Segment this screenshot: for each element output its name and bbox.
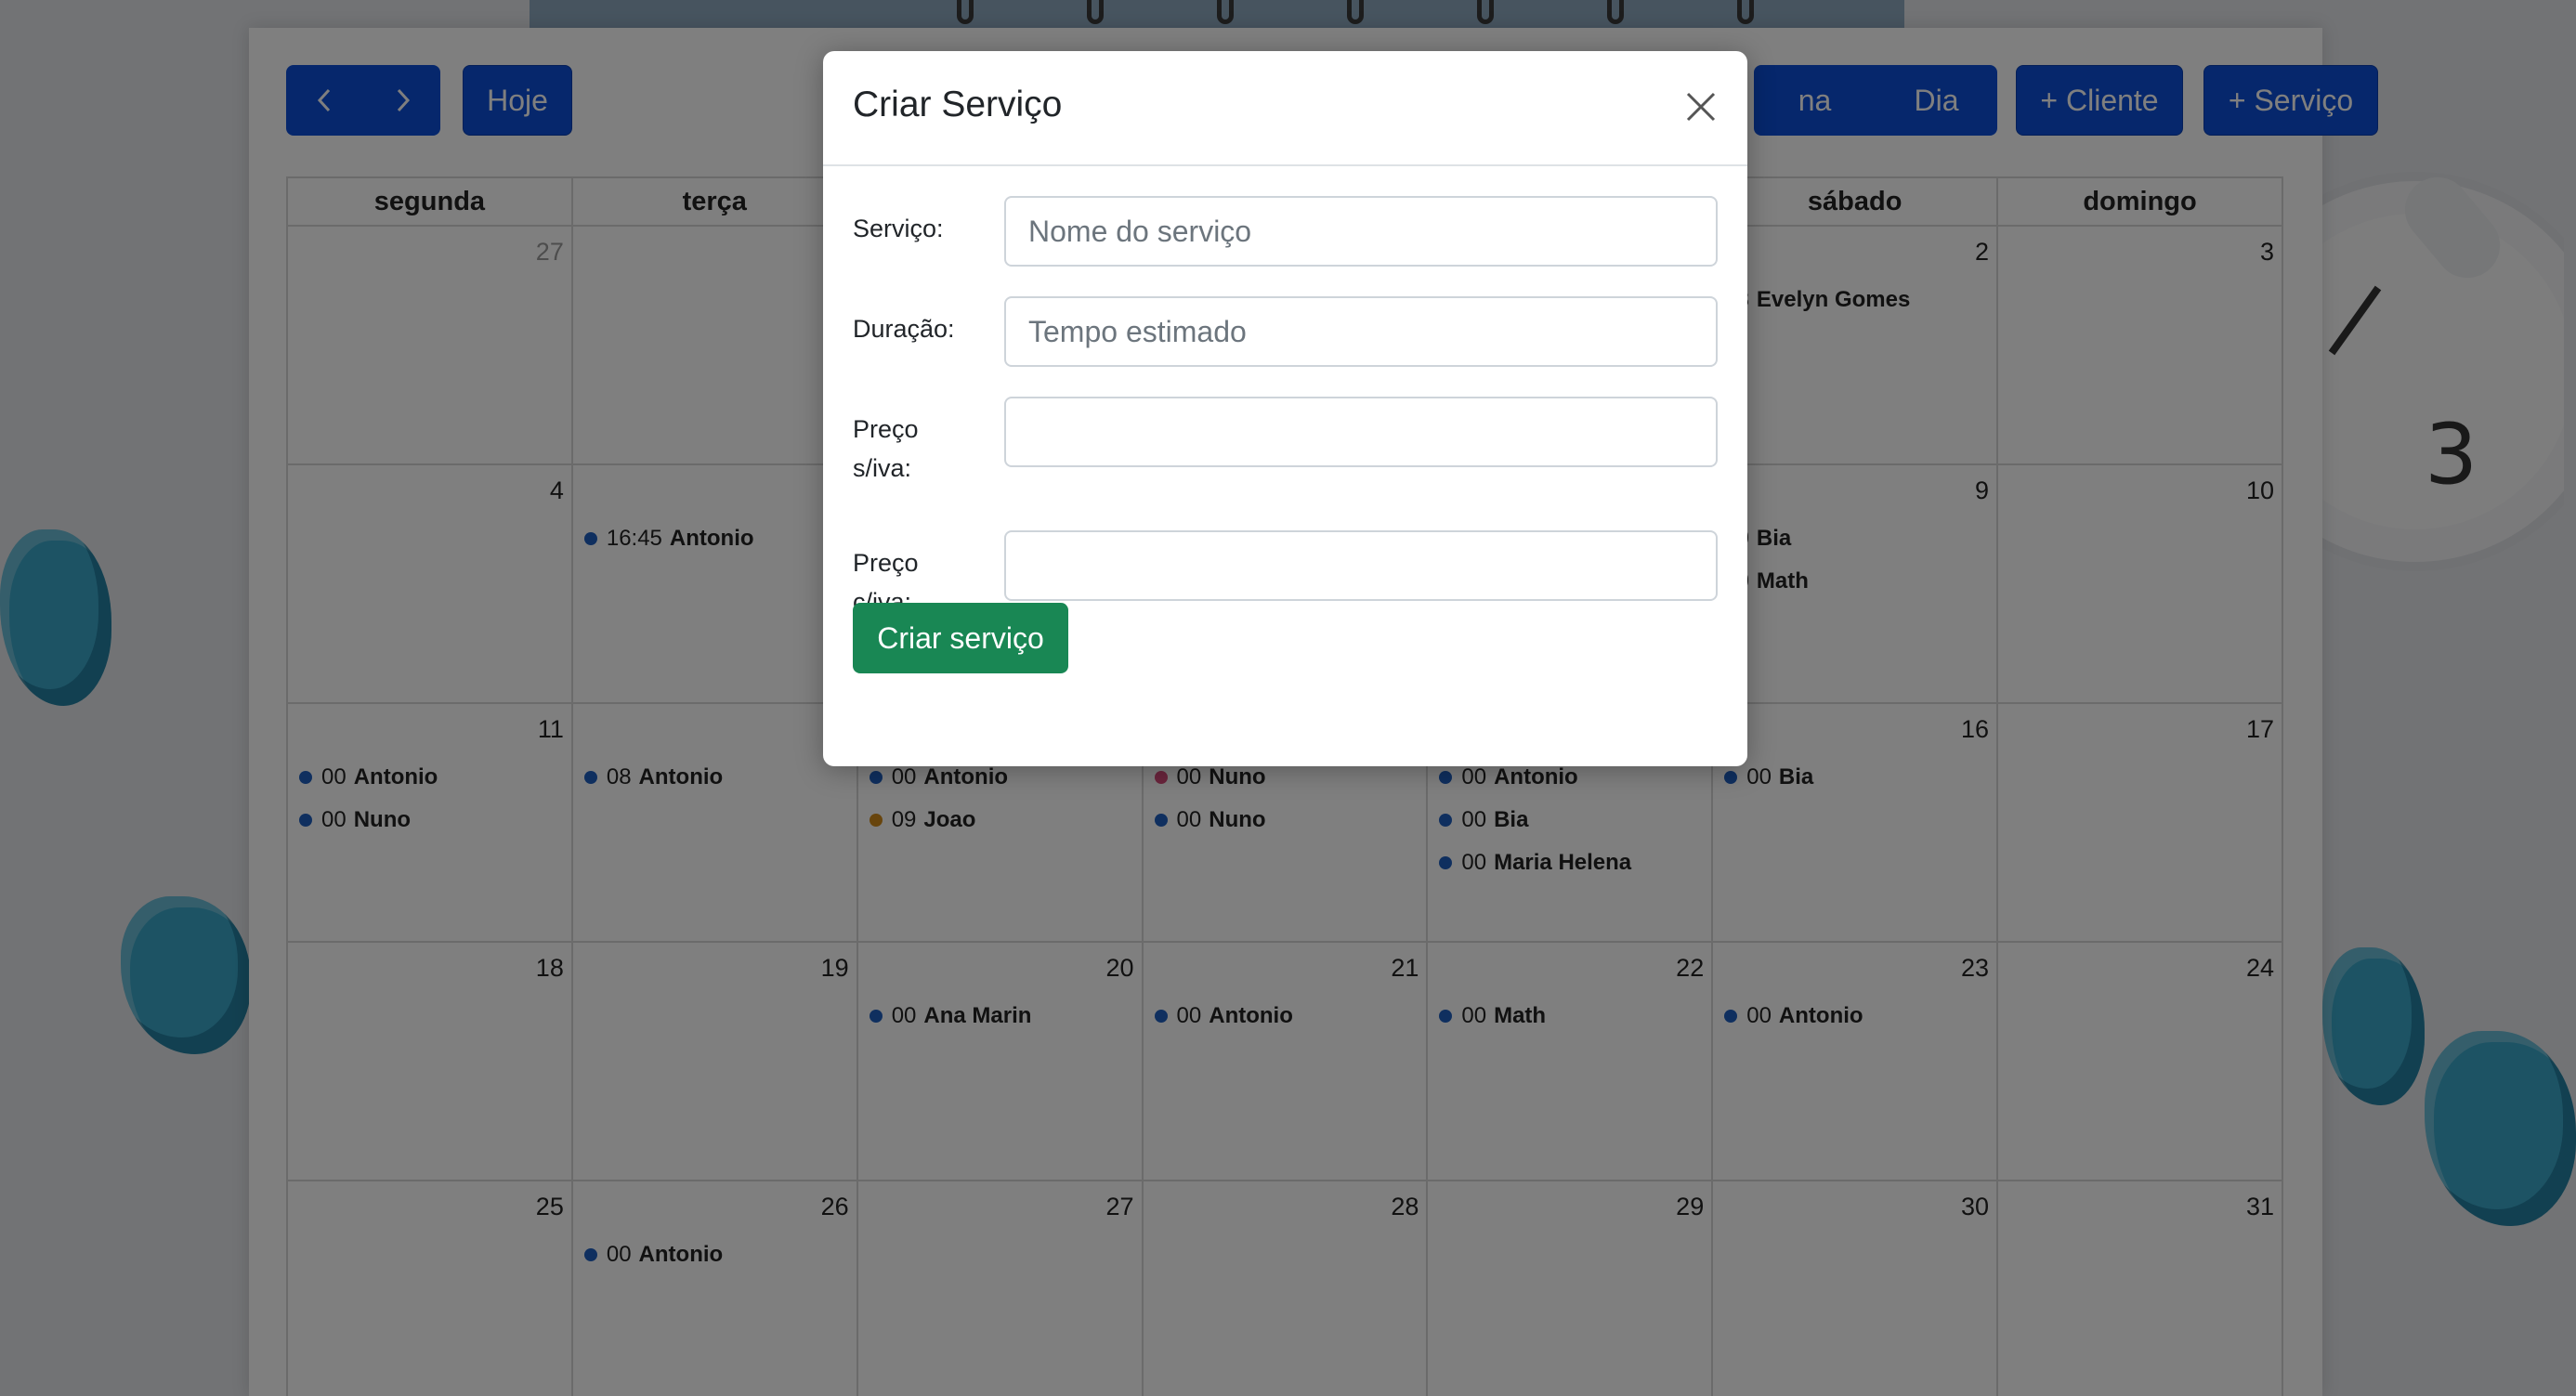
close-icon <box>1686 92 1716 122</box>
modal-title: Criar Serviço <box>853 85 1063 124</box>
service-name-label: Serviço: <box>853 215 944 242</box>
create-service-button[interactable]: Criar serviço <box>853 603 1068 673</box>
modal-close-button[interactable] <box>1682 88 1720 125</box>
price-no-vat-label-line1: Preço <box>853 415 919 443</box>
price-no-vat-label-line2: s/iva: <box>853 454 912 482</box>
price-no-vat-label: Preço s/iva: <box>853 410 992 488</box>
price-vat-input[interactable] <box>1004 530 1718 601</box>
duration-label: Duração: <box>853 315 955 343</box>
service-name-input[interactable] <box>1004 196 1718 267</box>
price-no-vat-input[interactable] <box>1004 397 1718 467</box>
modal-header: Criar Serviço <box>823 51 1747 166</box>
price-vat-label-line1: Preço <box>853 549 919 577</box>
duration-input[interactable] <box>1004 296 1718 367</box>
create-service-modal: Criar Serviço Serviço: Duração: Preço s/… <box>823 51 1747 766</box>
